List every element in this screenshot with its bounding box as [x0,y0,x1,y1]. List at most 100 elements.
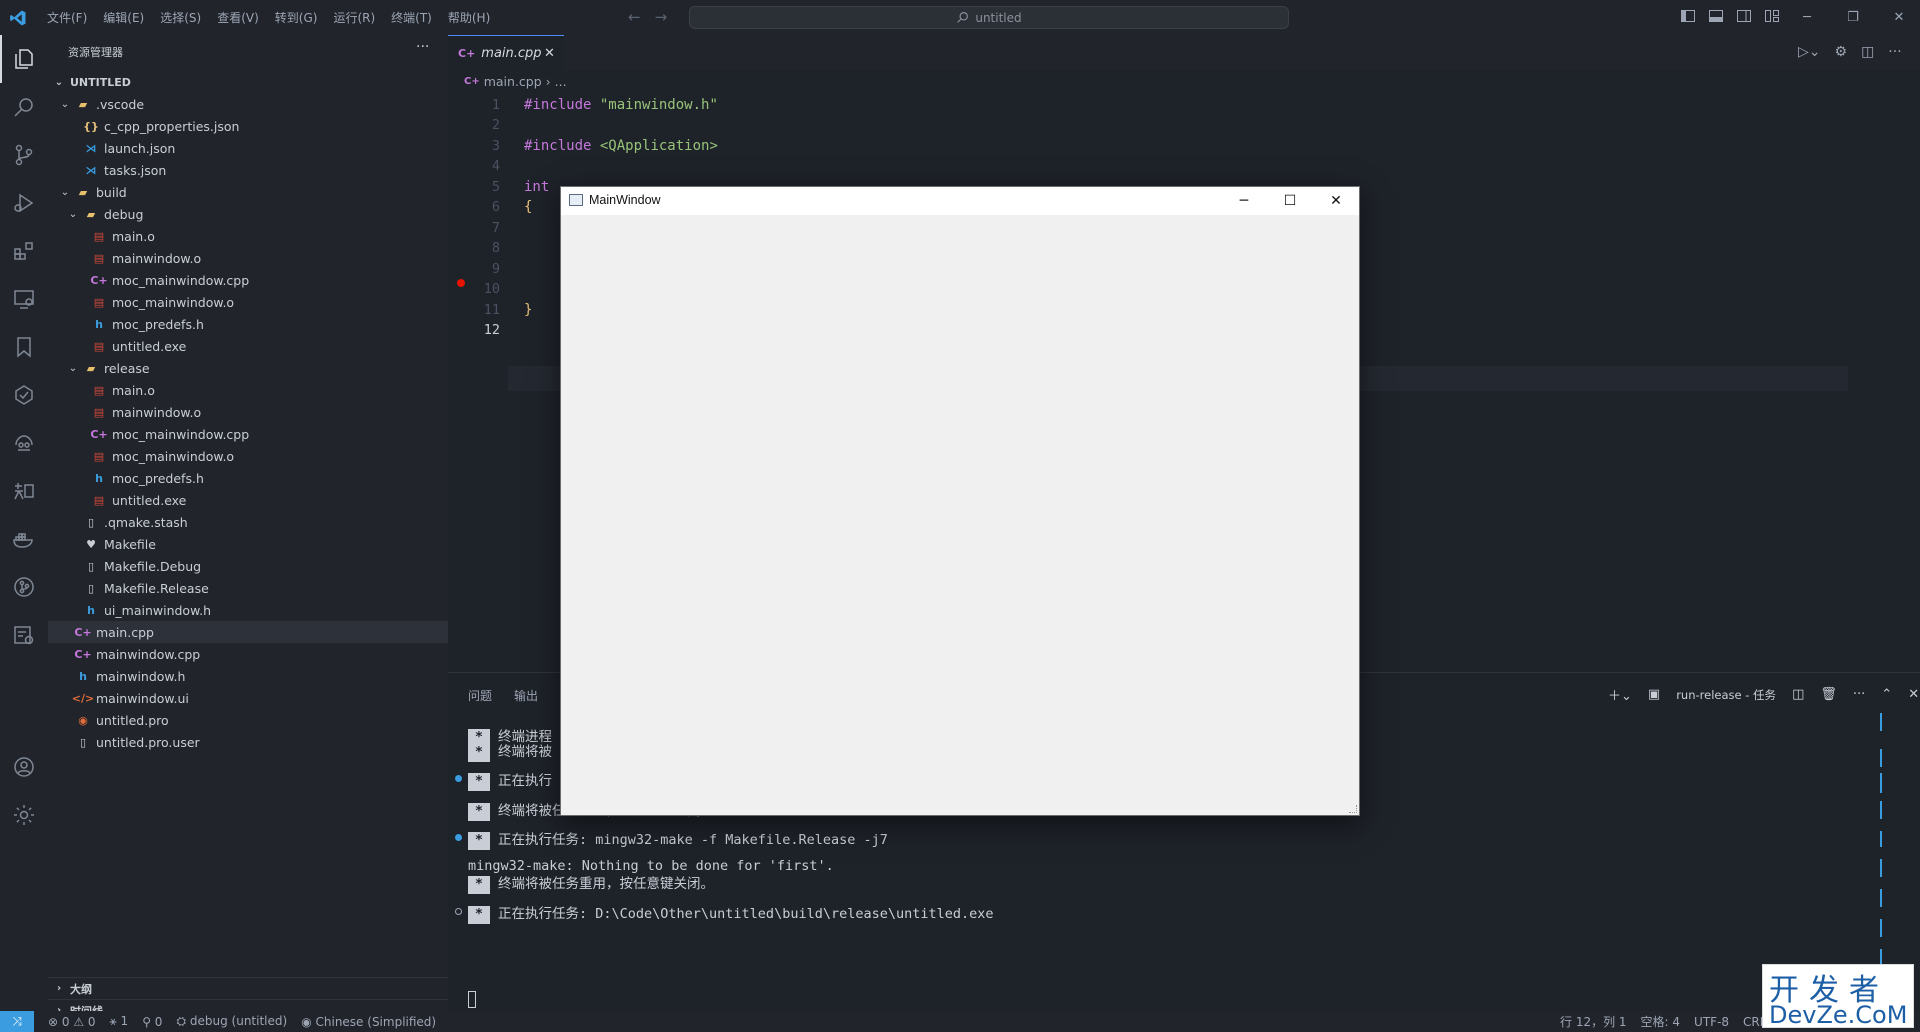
panel-tab[interactable]: 问题 [468,687,492,704]
tree-item[interactable]: ▯ Makefile.Debug [48,555,448,577]
more-actions-icon[interactable]: ··· [1853,687,1865,702]
zhi-extension-icon[interactable] [0,467,48,515]
more-actions-icon[interactable]: ··· [1888,44,1901,60]
menu-item[interactable]: 转到(G) [268,6,325,29]
run-debug-icon[interactable] [0,179,48,227]
tree-item[interactable]: ⌄ ▰ .vscode [48,93,448,115]
tree-item[interactable]: ▤ untitled.exe [48,335,448,357]
tree-item[interactable]: C+ moc_mainwindow.cpp [48,269,448,291]
command-decoration-icon[interactable] [455,834,462,841]
tree-item[interactable]: ▤ mainwindow.o [48,401,448,423]
tree-item[interactable]: ▤ mainwindow.o [48,247,448,269]
terminal-name[interactable]: run-release - 任务 [1676,687,1776,703]
new-terminal-icon[interactable]: ＋⌄ [1608,685,1632,704]
explorer-icon[interactable] [0,35,48,83]
app-close-button[interactable]: ✕ [1313,187,1359,215]
tree-item[interactable]: h mainwindow.h [48,665,448,687]
tree-item[interactable]: C+ moc_mainwindow.cpp [48,423,448,445]
close-icon[interactable]: ✕ [544,46,555,61]
tree-item[interactable]: ▤ untitled.exe [48,489,448,511]
tree-item[interactable]: ▯ untitled.pro.user [48,731,448,753]
main-window-titlebar[interactable]: MainWindow ─ ☐ ✕ [561,187,1359,215]
editor-settings-icon[interactable]: ⚙ [1835,44,1848,60]
forward-arrow-icon[interactable]: → [655,8,668,26]
problems-status[interactable]: ⊗ 0 ⚠ 0 [48,1015,96,1029]
tree-item[interactable]: ⌄ ▰ build [48,181,448,203]
outline-section[interactable]: › 大纲 [48,977,448,999]
cursor-position[interactable]: 行 12，列 1 [1560,1013,1627,1030]
git-graph-icon[interactable] [0,563,48,611]
debug-config[interactable]: ⛭ debug (untitled) [176,1014,287,1029]
toggle-sidebar-icon[interactable] [1680,8,1696,24]
breadcrumb-symbol[interactable]: ... [555,74,567,89]
tree-item[interactable]: ⋊ tasks.json [48,159,448,181]
accounts-icon[interactable] [0,743,48,791]
settings-gear-icon[interactable] [0,791,48,839]
tree-item[interactable]: h ui_mainwindow.h [48,599,448,621]
language-pack[interactable]: ◉ Chinese (Simplified) [301,1015,436,1029]
tree-item[interactable]: ▤ moc_mainwindow.o [48,445,448,467]
testing-icon[interactable] [0,371,48,419]
tree-item[interactable]: </> mainwindow.ui [48,687,448,709]
tree-item[interactable]: C+ main.cpp [48,621,448,643]
tree-item[interactable]: ▤ moc_mainwindow.o [48,291,448,313]
tree-item[interactable]: h moc_predefs.h [48,313,448,335]
cmake-tools-icon[interactable] [0,611,48,659]
tree-item[interactable]: ⌄ ▰ debug [48,203,448,225]
more-actions-icon[interactable]: ··· [416,39,429,55]
app-minimize-button[interactable]: ─ [1221,187,1267,215]
tree-item[interactable]: ▯ .qmake.stash [48,511,448,533]
resize-grip[interactable] [1349,805,1357,813]
git-status[interactable]: ⚹ 1 [110,1014,129,1029]
indentation[interactable]: 空格: 4 [1641,1013,1681,1030]
menu-item[interactable]: 运行(R) [326,6,382,29]
command-decoration-icon[interactable] [455,775,462,782]
encoding[interactable]: UTF-8 [1694,1015,1729,1029]
close-window-button[interactable]: ✕ [1876,0,1920,35]
ports-status[interactable]: ⚲ 0 [142,1015,162,1029]
copilot-icon[interactable] [0,419,48,467]
tab-main-cpp[interactable]: C+ main.cpp ✕ [448,35,564,70]
close-panel-icon[interactable]: ✕ [1908,687,1919,702]
tree-item[interactable]: ⋊ launch.json [48,137,448,159]
tree-item[interactable]: ♥ Makefile [48,533,448,555]
docker-icon[interactable] [0,515,48,563]
breadcrumb-file[interactable]: main.cpp [484,74,542,89]
customize-layout-icon[interactable] [1764,8,1780,24]
remote-indicator-icon[interactable]: ⤨ [0,1011,34,1032]
workspace-root[interactable]: ⌄ UNTITLED [48,71,448,93]
tree-item[interactable]: ▯ Makefile.Release [48,577,448,599]
split-editor-icon[interactable]: ◫ [1861,44,1874,60]
command-center-search[interactable]: untitled [689,6,1289,29]
menu-item[interactable]: 查看(V) [210,6,266,29]
tree-item[interactable]: C+ mainwindow.cpp [48,643,448,665]
command-decoration-icon[interactable] [455,908,462,915]
app-maximize-button[interactable]: ☐ [1267,187,1313,215]
tree-item[interactable]: ▤ main.o [48,225,448,247]
toggle-panel-icon[interactable] [1708,8,1724,24]
menu-item[interactable]: 编辑(E) [96,6,151,29]
search-icon[interactable] [0,83,48,131]
menu-item[interactable]: 终端(T) [384,6,439,29]
trash-icon[interactable]: 🗑 [1820,687,1837,702]
maximize-panel-icon[interactable]: ⌃ [1881,687,1892,702]
menu-item[interactable]: 帮助(H) [441,6,497,29]
restore-button[interactable]: ❐ [1830,0,1876,35]
back-arrow-icon[interactable]: ← [628,8,641,26]
panel-tab[interactable]: 输出 [514,687,538,704]
tree-item[interactable]: ◉ untitled.pro [48,709,448,731]
bookmark-icon[interactable] [0,323,48,371]
extensions-icon[interactable] [0,227,48,275]
tree-item[interactable]: ▤ main.o [48,379,448,401]
tree-item[interactable]: {} c_cpp_properties.json [48,115,448,137]
menu-item[interactable]: 文件(F) [40,6,94,29]
source-control-icon[interactable] [0,131,48,179]
menu-item[interactable]: 选择(S) [153,6,208,29]
run-code-icon[interactable]: ▷⌄ [1798,44,1821,60]
toggle-secondary-sidebar-icon[interactable] [1736,8,1752,24]
tree-item[interactable]: h moc_predefs.h [48,467,448,489]
minimize-button[interactable]: ─ [1784,0,1830,35]
remote-explorer-icon[interactable] [0,275,48,323]
split-terminal-icon[interactable]: ◫ [1792,687,1804,702]
tree-item[interactable]: ⌄ ▰ release [48,357,448,379]
